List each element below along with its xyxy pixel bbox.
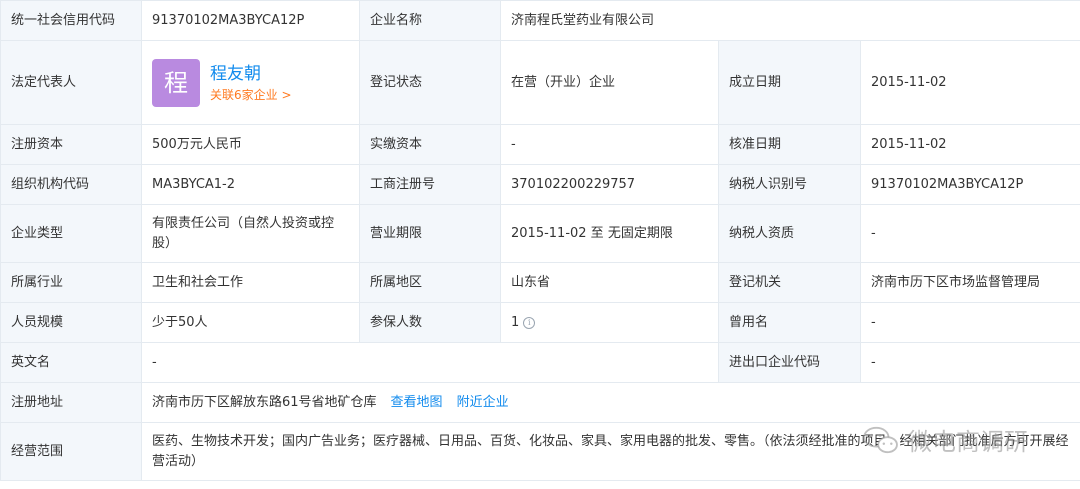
reg-capital-label: 注册资本 — [0, 124, 142, 165]
reg-address-cell: 济南市历下区解放东路61号省地矿仓库 查看地图 附近企业 — [141, 382, 1080, 423]
reg-address-label: 注册地址 — [0, 382, 142, 423]
credit-code-label: 统一社会信用代码 — [0, 0, 142, 41]
english-name-label: 英文名 — [0, 342, 142, 383]
table-row: 经营范围 医药、生物技术开发；国内广告业务；医疗器械、日用品、百货、化妆品、家具… — [0, 422, 1080, 481]
approval-date-value: 2015-11-02 — [860, 124, 1080, 165]
legal-rep-label: 法定代表人 — [0, 40, 142, 125]
business-term-value: 2015-11-02 至 无固定期限 — [500, 204, 719, 263]
company-name-value: 济南程氏堂药业有限公司 — [500, 0, 1080, 41]
reg-address-value: 济南市历下区解放东路61号省地矿仓库 — [152, 394, 377, 410]
approval-date-label: 核准日期 — [718, 124, 861, 165]
table-row: 人员规模 少于50人 参保人数 1i 曾用名 - — [0, 302, 1080, 343]
business-term-label: 营业期限 — [359, 204, 501, 263]
import-export-code-label: 进出口企业代码 — [718, 342, 861, 383]
former-name-label: 曾用名 — [718, 302, 861, 343]
founded-date-label: 成立日期 — [718, 40, 861, 125]
company-type-label: 企业类型 — [0, 204, 142, 263]
reg-capital-value: 500万元人民币 — [141, 124, 360, 165]
org-code-label: 组织机构代码 — [0, 164, 142, 205]
table-row: 统一社会信用代码 91370102MA3BYCA12P 企业名称 济南程氏堂药业… — [0, 0, 1080, 41]
staff-size-value: 少于50人 — [141, 302, 360, 343]
company-name-label: 企业名称 — [359, 0, 501, 41]
biz-reg-no-label: 工商注册号 — [359, 164, 501, 205]
table-row: 英文名 - 进出口企业代码 - — [0, 342, 1080, 383]
taxpayer-qual-value: - — [860, 204, 1080, 263]
avatar: 程 — [152, 58, 200, 107]
paid-capital-label: 实缴资本 — [359, 124, 501, 165]
english-name-value: - — [141, 342, 719, 383]
taxpayer-id-value: 91370102MA3BYCA12P — [860, 164, 1080, 205]
business-scope-label: 经营范围 — [0, 422, 142, 481]
table-row: 注册资本 500万元人民币 实缴资本 - 核准日期 2015-11-02 — [0, 124, 1080, 165]
former-name-value: - — [860, 302, 1080, 343]
nearby-companies-link[interactable]: 附近企业 — [457, 395, 509, 410]
company-type-value: 有限责任公司（自然人投资或控股） — [141, 204, 360, 263]
paid-capital-value: - — [500, 124, 719, 165]
view-map-link[interactable]: 查看地图 — [391, 395, 443, 410]
biz-reg-no-value: 370102200229757 — [500, 164, 719, 205]
import-export-code-value: - — [860, 342, 1080, 383]
table-row: 法定代表人 程 程友朝 关联6家企业 > 登记状态 在营（开业）企业 成立日期 … — [0, 40, 1080, 125]
region-value: 山东省 — [500, 262, 719, 303]
taxpayer-qual-label: 纳税人资质 — [718, 204, 861, 263]
org-code-value: MA3BYCA1-2 — [141, 164, 360, 205]
insured-count-label: 参保人数 — [359, 302, 501, 343]
staff-size-label: 人员规模 — [0, 302, 142, 343]
company-info-table: 统一社会信用代码 91370102MA3BYCA12P 企业名称 济南程氏堂药业… — [0, 0, 1080, 481]
reg-authority-label: 登记机关 — [718, 262, 861, 303]
taxpayer-id-label: 纳税人识别号 — [718, 164, 861, 205]
credit-code-value: 91370102MA3BYCA12P — [141, 0, 360, 41]
industry-value: 卫生和社会工作 — [141, 262, 360, 303]
info-circle-icon[interactable]: i — [523, 316, 536, 329]
insured-count-cell: 1i — [500, 302, 719, 343]
reg-authority-value: 济南市历下区市场监督管理局 — [860, 262, 1080, 303]
table-row: 企业类型 有限责任公司（自然人投资或控股） 营业期限 2015-11-02 至 … — [0, 204, 1080, 263]
legal-rep-name-link[interactable]: 程友朝 — [210, 62, 292, 86]
founded-date-value: 2015-11-02 — [860, 40, 1080, 125]
insured-count-value: 1 — [511, 314, 520, 330]
reg-status-value: 在营（开业）企业 — [500, 40, 719, 125]
reg-status-label: 登记状态 — [359, 40, 501, 125]
legal-rep-cell: 程 程友朝 关联6家企业 > — [141, 40, 360, 125]
related-companies-link[interactable]: 关联6家企业 > — [210, 86, 292, 104]
table-row: 组织机构代码 MA3BYCA1-2 工商注册号 370102200229757 … — [0, 164, 1080, 205]
table-row: 所属行业 卫生和社会工作 所属地区 山东省 登记机关 济南市历下区市场监督管理局 — [0, 262, 1080, 303]
table-row: 注册地址 济南市历下区解放东路61号省地矿仓库 查看地图 附近企业 — [0, 382, 1080, 423]
industry-label: 所属行业 — [0, 262, 142, 303]
region-label: 所属地区 — [359, 262, 501, 303]
business-scope-value: 医药、生物技术开发；国内广告业务；医疗器械、日用品、百货、化妆品、家具、家用电器… — [141, 422, 1080, 481]
